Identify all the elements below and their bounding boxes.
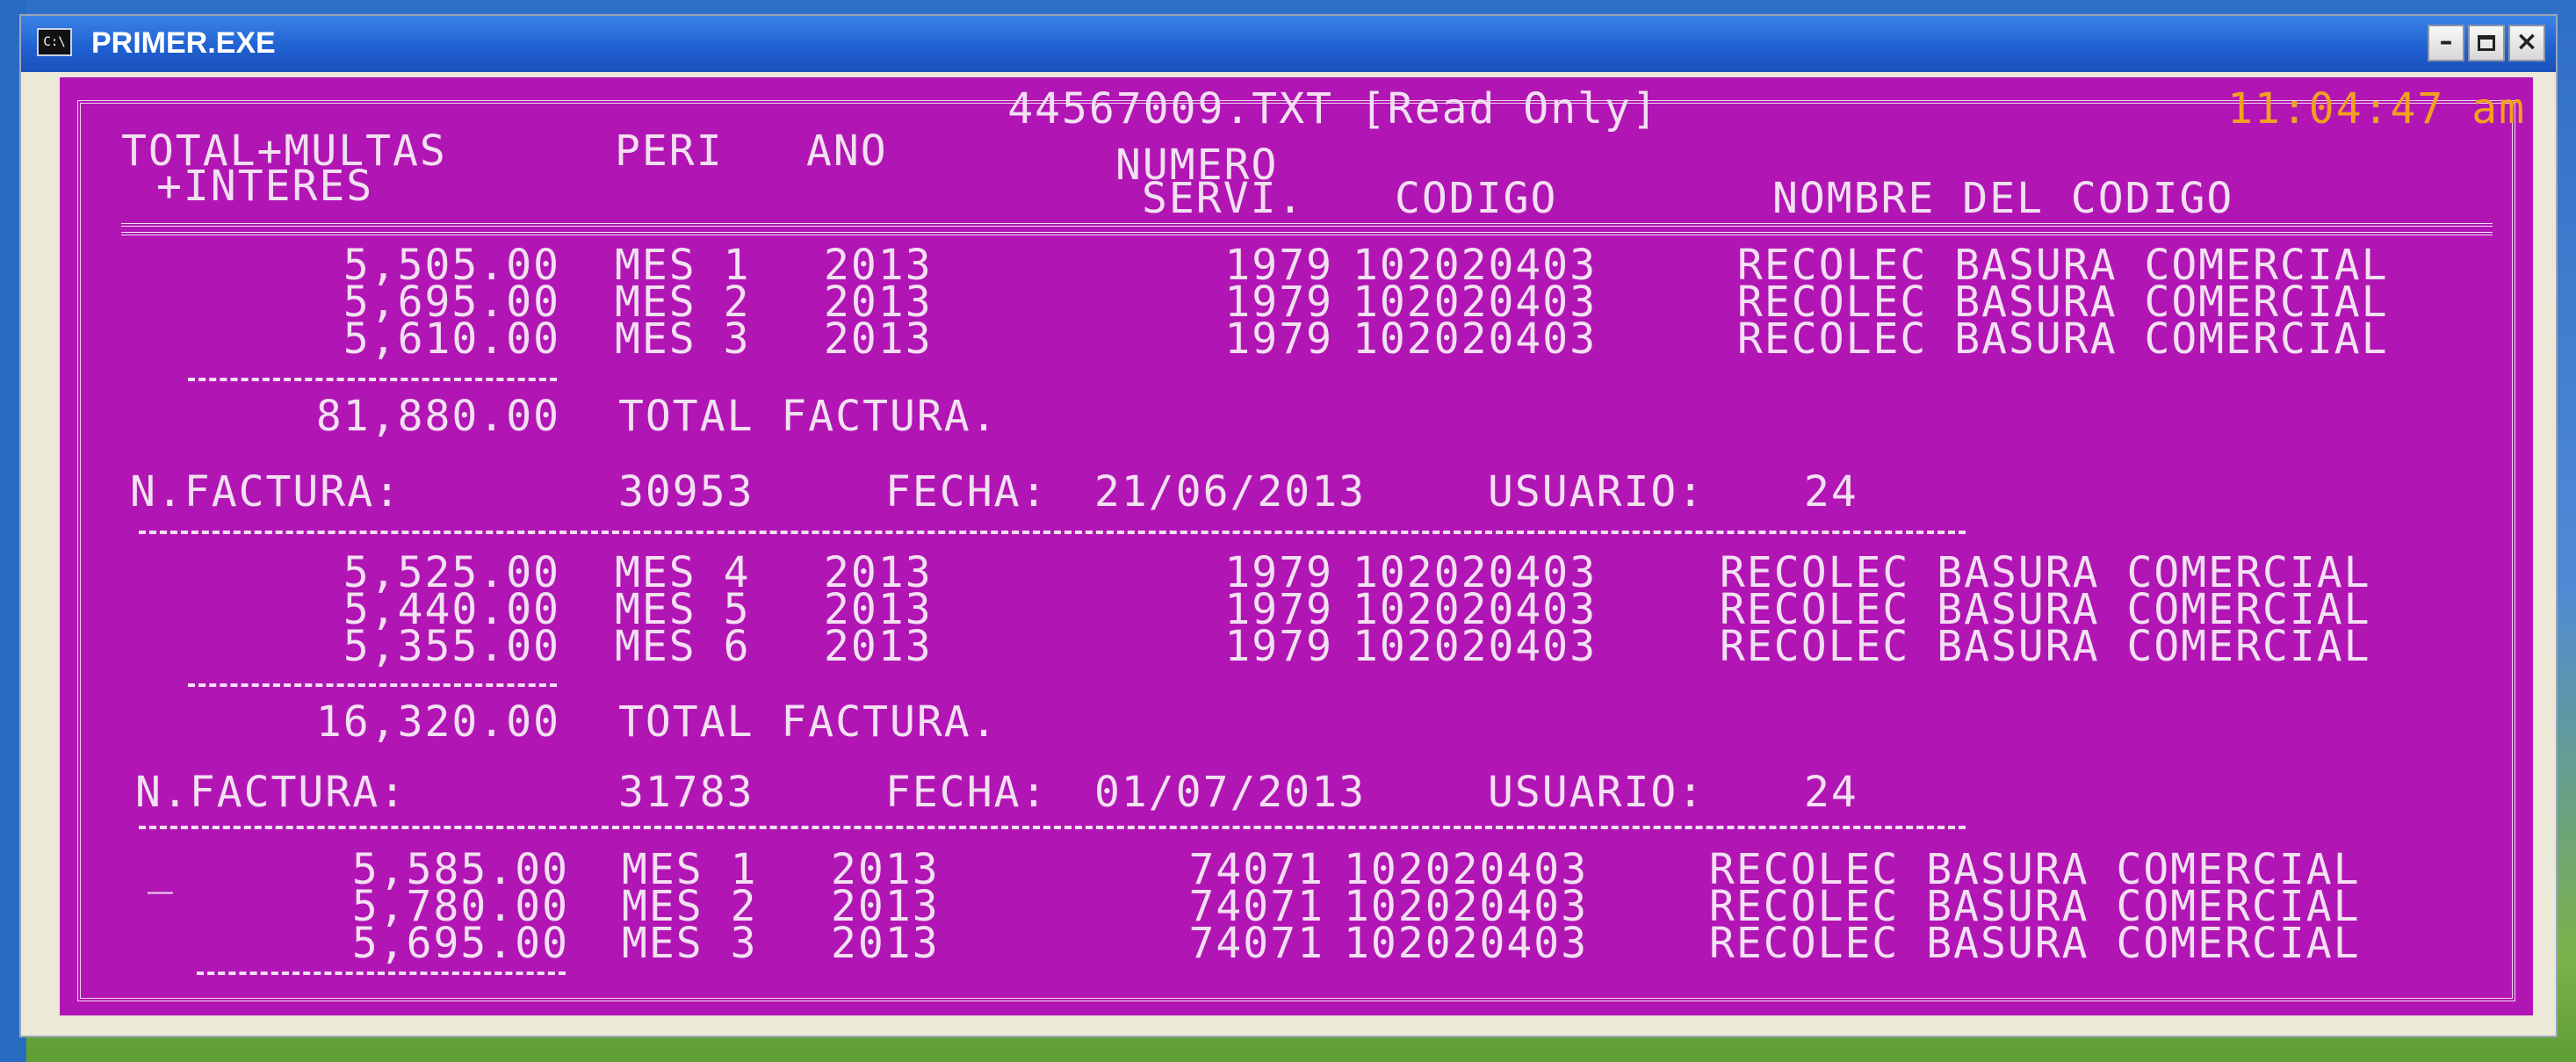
invoice-user-label: USUARIO: bbox=[1488, 768, 1706, 817]
section-rule bbox=[139, 826, 1966, 829]
row-servi: 1979 bbox=[1224, 622, 1333, 671]
subtotal-rule bbox=[197, 972, 566, 975]
minimize-button[interactable]: – bbox=[2428, 25, 2464, 61]
row-codigo: 102020403 bbox=[1353, 314, 1598, 364]
invoice-user-label: USUARIO: bbox=[1488, 467, 1706, 517]
row-peri: MES 6 bbox=[615, 622, 751, 671]
col-header-servi: SERVI. bbox=[1142, 174, 1305, 223]
invoice-date-label: FECHA: bbox=[885, 467, 1049, 517]
invoice-total: 81,880.00 bbox=[315, 392, 560, 441]
invoice-total-label: TOTAL FACTURA. bbox=[618, 697, 999, 747]
text-cursor: _ bbox=[148, 845, 175, 894]
invoice-number: 30953 bbox=[618, 467, 754, 517]
subtotal-rule bbox=[188, 378, 557, 381]
invoice-date: 21/06/2013 bbox=[1094, 467, 1366, 517]
col-header-ano: ANO bbox=[806, 126, 888, 176]
subtotal-rule bbox=[188, 683, 557, 687]
invoice-total: 16,320.00 bbox=[315, 697, 560, 747]
header-separator bbox=[121, 223, 2493, 235]
row-peri: MES 3 bbox=[615, 314, 751, 364]
console-app-icon: C:\ bbox=[37, 28, 72, 56]
row-nombre: RECOLEC BASURA COMERCIAL bbox=[1709, 919, 2361, 968]
row-total: 5,610.00 bbox=[343, 314, 560, 364]
invoice-user: 24 bbox=[1804, 768, 1858, 817]
row-ano: 2013 bbox=[824, 314, 933, 364]
invoice-number-label: N.FACTURA: bbox=[135, 768, 407, 817]
row-codigo: 102020403 bbox=[1353, 622, 1598, 671]
console-screen[interactable]: 44567009.TXT [Read Only] 11:04:47 am TOT… bbox=[60, 77, 2533, 1015]
invoice-number: 31783 bbox=[618, 768, 754, 817]
close-button[interactable]: × bbox=[2508, 25, 2545, 61]
row-ano: 2013 bbox=[831, 919, 940, 968]
col-header-nombre: NOMBRE DEL CODIGO bbox=[1772, 174, 2234, 223]
invoice-total-label: TOTAL FACTURA. bbox=[618, 392, 999, 441]
row-ano: 2013 bbox=[824, 622, 933, 671]
col-header-peri: PERI bbox=[615, 126, 724, 176]
row-total: 5,695.00 bbox=[351, 919, 569, 968]
col-header-total-sub: +INTERES bbox=[156, 162, 374, 211]
window-title: PRIMER.EXE bbox=[91, 26, 276, 60]
invoice-user: 24 bbox=[1804, 467, 1858, 517]
console-window: C:\ PRIMER.EXE – × 44567009.TXT [Read On… bbox=[19, 14, 2558, 1037]
invoice-number-label: N.FACTURA: bbox=[130, 467, 401, 517]
col-header-codigo: CODIGO bbox=[1395, 174, 1558, 223]
row-total: 5,355.00 bbox=[343, 622, 560, 671]
file-title: 44567009.TXT [Read Only] bbox=[1007, 84, 1659, 134]
row-servi: 74071 bbox=[1188, 919, 1324, 968]
row-codigo: 102020403 bbox=[1344, 919, 1589, 968]
row-servi: 1979 bbox=[1224, 314, 1333, 364]
maximize-icon bbox=[2478, 34, 2495, 51]
maximize-button[interactable] bbox=[2468, 25, 2505, 61]
invoice-date: 01/07/2013 bbox=[1094, 768, 1366, 817]
clock-display: 11:04:47 am bbox=[2227, 84, 2526, 134]
row-peri: MES 3 bbox=[622, 919, 758, 968]
section-rule bbox=[139, 531, 1966, 534]
invoice-date-label: FECHA: bbox=[885, 768, 1049, 817]
row-nombre: RECOLEC BASURA COMERCIAL bbox=[1737, 314, 2389, 364]
title-bar[interactable]: C:\ PRIMER.EXE – × bbox=[21, 16, 2556, 72]
row-nombre: RECOLEC BASURA COMERCIAL bbox=[1720, 622, 2371, 671]
